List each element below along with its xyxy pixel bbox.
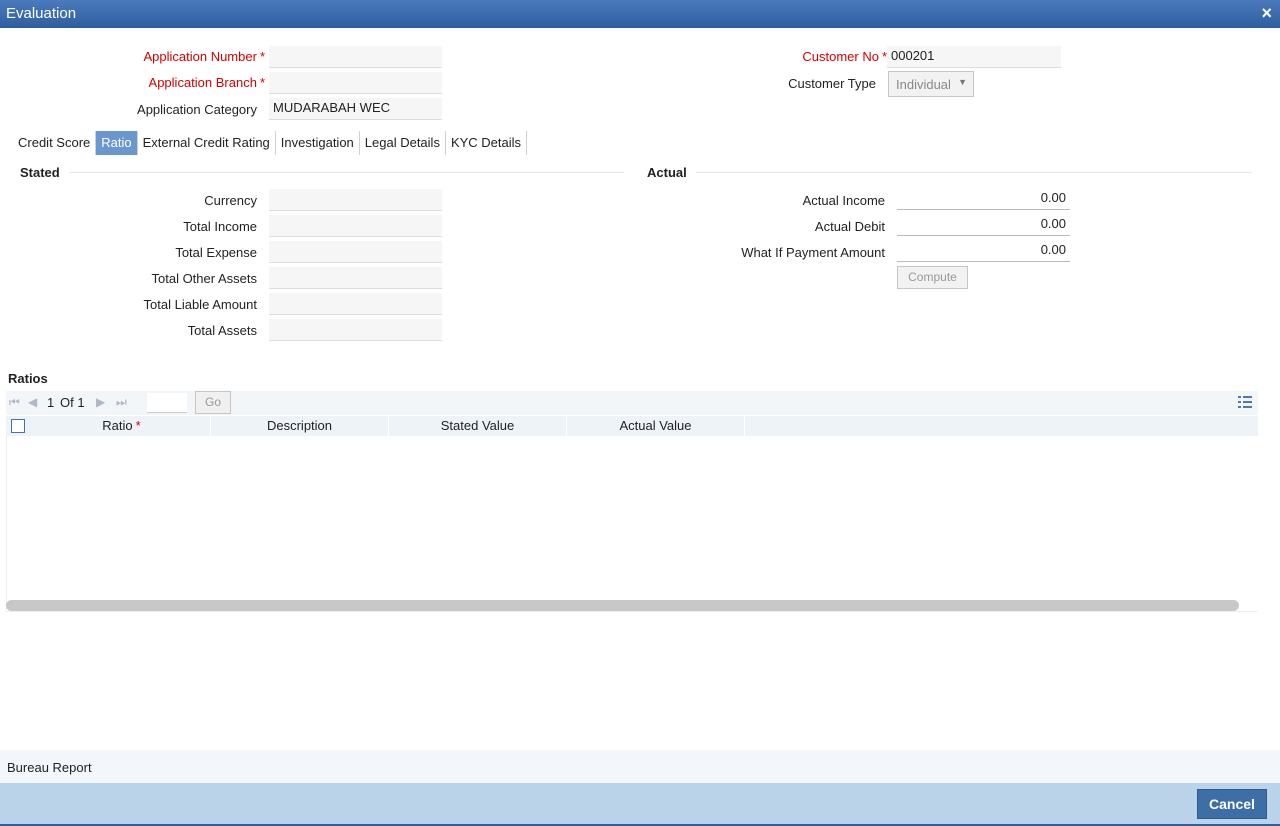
- total-income-label: Total Income: [183, 219, 257, 234]
- bureau-report-bar: Bureau Report: [0, 750, 1280, 783]
- select-all-checkbox[interactable]: [11, 419, 25, 433]
- tab-investigation[interactable]: Investigation: [276, 131, 360, 155]
- footer-bar: Cancel: [0, 783, 1280, 826]
- previous-page-icon[interactable]: ◀: [28, 395, 37, 409]
- window-title: Evaluation: [6, 5, 77, 22]
- actual-heading: Actual: [647, 165, 687, 180]
- horizontal-scrollbar[interactable]: [6, 600, 1239, 611]
- customer-type-label: Customer Type: [788, 76, 876, 91]
- customer-type-select[interactable]: Individual ▼: [888, 71, 974, 97]
- tab-external-credit-rating[interactable]: External Credit Rating: [138, 131, 276, 155]
- tab-kyc-details[interactable]: KYC Details: [446, 131, 528, 155]
- total-income-field[interactable]: [269, 215, 442, 237]
- tab-credit-score[interactable]: Credit Score: [13, 131, 97, 155]
- compute-button[interactable]: Compute: [897, 266, 968, 289]
- bureau-report-link[interactable]: Bureau Report: [7, 760, 92, 775]
- ratios-heading: Ratios: [8, 371, 48, 386]
- tab-bar: Credit Score Ratio External Credit Ratin…: [13, 131, 528, 155]
- tab-legal-details[interactable]: Legal Details: [360, 131, 446, 155]
- application-branch-label: Application Branch *: [148, 75, 265, 90]
- last-page-icon[interactable]: ⏭: [116, 395, 127, 410]
- application-category-field[interactable]: MUDARABAH WEC: [269, 98, 442, 120]
- cancel-button[interactable]: Cancel: [1197, 789, 1267, 819]
- next-page-icon[interactable]: ▶: [96, 395, 105, 409]
- total-assets-field[interactable]: [269, 319, 442, 341]
- go-button[interactable]: Go: [195, 391, 231, 414]
- actual-income-label: Actual Income: [802, 193, 885, 208]
- tab-ratio[interactable]: Ratio: [96, 131, 138, 155]
- total-liable-amount-label: Total Liable Amount: [143, 297, 257, 312]
- title-bar: Evaluation ×: [0, 0, 1280, 28]
- ratios-table-header: Ratio * Description Stated Value Actual V…: [6, 416, 1258, 436]
- customer-no-field[interactable]: 000201: [887, 46, 1061, 68]
- column-stated-value[interactable]: Stated Value: [389, 416, 567, 436]
- total-expense-field[interactable]: [269, 241, 442, 263]
- actual-divider: [696, 172, 1252, 173]
- total-assets-label: Total Assets: [187, 323, 257, 338]
- actual-debit-label: Actual Debit: [814, 219, 885, 234]
- page-number-input[interactable]: [147, 393, 187, 413]
- currency-field[interactable]: [269, 189, 442, 211]
- stated-heading: Stated: [20, 165, 60, 180]
- application-number-label: Application Number *: [143, 49, 265, 64]
- close-icon[interactable]: ×: [1261, 4, 1272, 22]
- ratios-table-body: [6, 436, 1258, 612]
- current-page: 1: [47, 395, 55, 410]
- chevron-down-icon: ▼: [958, 77, 967, 87]
- application-branch-field[interactable]: [269, 72, 442, 94]
- application-number-field[interactable]: [269, 46, 442, 68]
- what-if-payment-amount-label: What If Payment Amount: [741, 245, 885, 260]
- column-actual-value[interactable]: Actual Value: [567, 416, 745, 436]
- total-liable-amount-field[interactable]: [269, 293, 442, 315]
- total-other-assets-field[interactable]: [269, 267, 442, 289]
- actual-debit-field[interactable]: 0.00: [897, 214, 1070, 236]
- page-of-total: Of 1: [60, 395, 85, 410]
- total-expense-label: Total Expense: [175, 245, 257, 260]
- currency-label: Currency: [204, 193, 257, 208]
- list-view-icon[interactable]: [1238, 395, 1252, 409]
- ratios-toolbar: ⏮ ◀ 1 Of 1 ▶ ⏭ Go: [6, 391, 1258, 415]
- stated-divider: [70, 172, 624, 173]
- column-ratio[interactable]: Ratio *: [33, 416, 211, 436]
- column-description[interactable]: Description: [211, 416, 389, 436]
- application-category-label: Application Category: [137, 102, 257, 117]
- first-page-icon[interactable]: ⏮: [9, 395, 20, 410]
- total-other-assets-label: Total Other Assets: [151, 271, 258, 286]
- customer-no-label: Customer No *: [802, 49, 887, 64]
- what-if-payment-amount-field[interactable]: 0.00: [897, 240, 1070, 262]
- actual-income-field[interactable]: 0.00: [897, 188, 1070, 210]
- customer-type-value: Individual: [896, 77, 951, 92]
